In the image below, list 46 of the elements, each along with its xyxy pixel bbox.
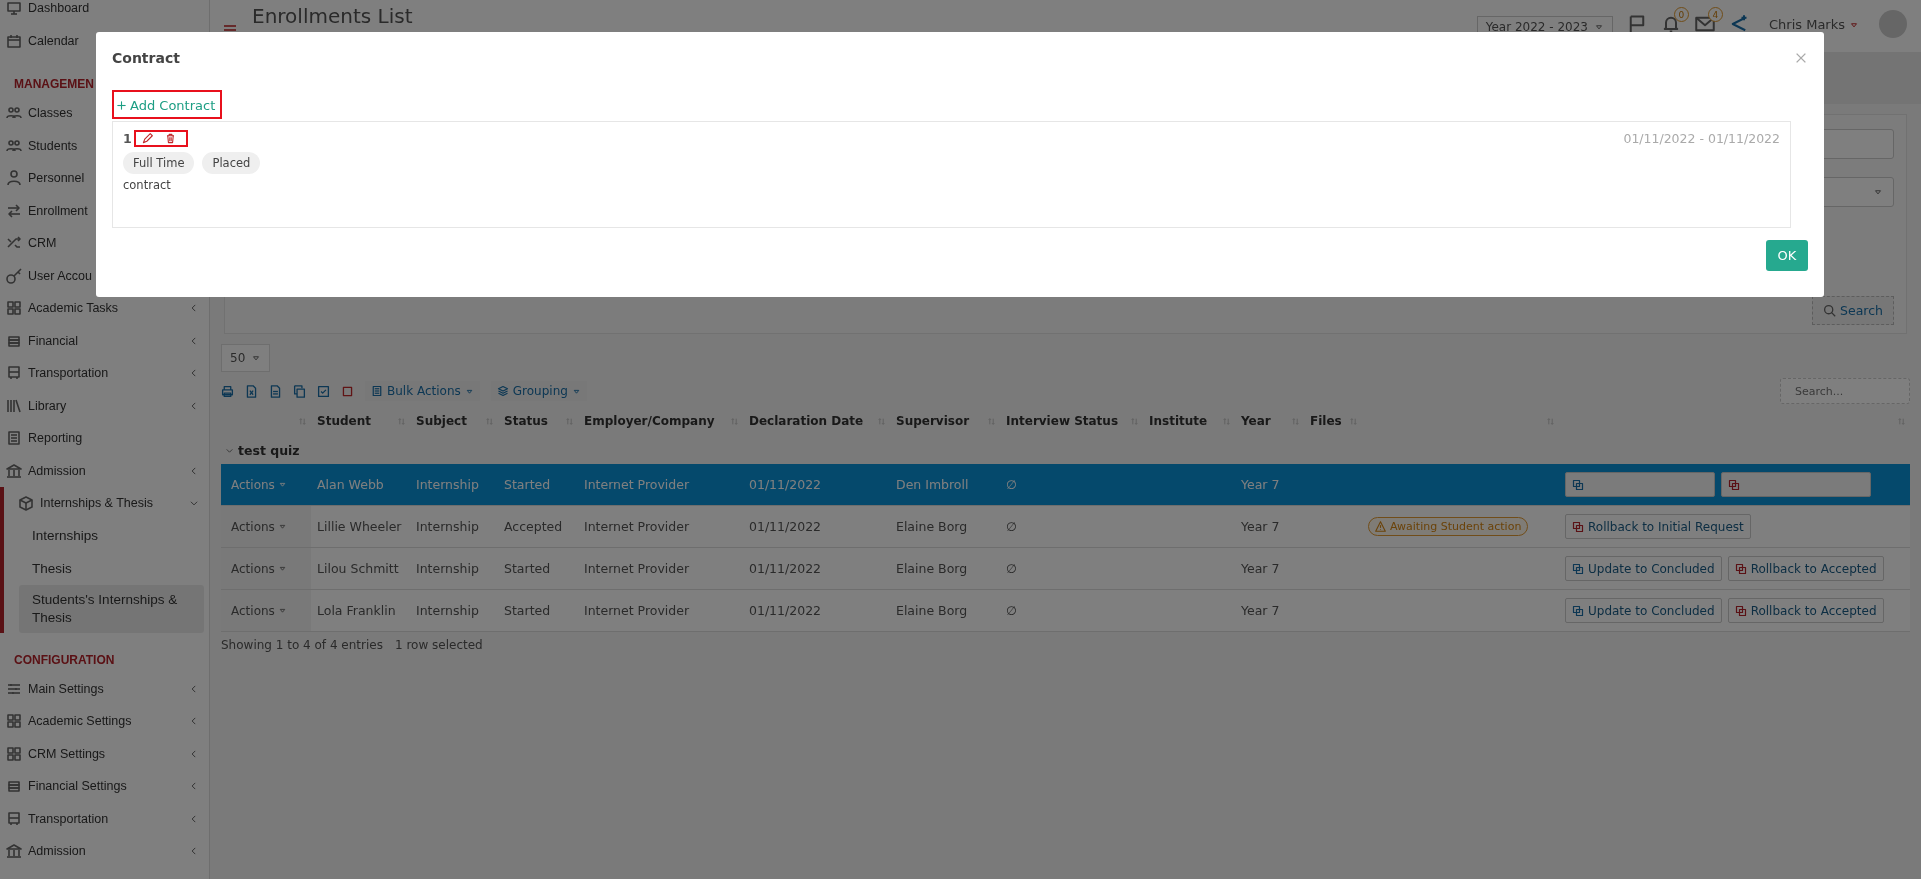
table-cell: ∅: [1006, 519, 1017, 534]
contract-number: 1: [123, 131, 132, 146]
contract-tag: Full Time: [123, 152, 195, 174]
table-cell: Internship: [416, 561, 479, 576]
sidebar-heading: MANAGEMEN: [14, 77, 94, 91]
page-title: Enrollments List: [252, 4, 413, 28]
table-cell: Alan Webb: [317, 477, 384, 492]
table-cell: ∅: [1006, 603, 1017, 618]
table-cell: 01/11/2022: [749, 561, 822, 576]
contract-period: 01/11/2022 - 01/11/2022: [1623, 131, 1780, 146]
contract-note: contract: [123, 178, 172, 192]
table-cell: Elaine Borg: [896, 519, 968, 534]
table-cell: Lola Franklin: [317, 603, 396, 618]
table-cell: 01/11/2022: [749, 603, 822, 618]
table-cell: Elaine Borg: [896, 603, 968, 618]
table-cell: Lillie Wheeler: [317, 519, 402, 534]
table-cell: Internet Provider: [584, 519, 690, 534]
table-cell: Year 7: [1241, 603, 1280, 618]
table-cell: Elaine Borg: [896, 561, 968, 576]
entries-info: Showing 1 to 4 of 4 entries: [221, 638, 383, 652]
status-badge: Awaiting Student action: [1368, 517, 1529, 536]
table-cell: Internet Provider: [584, 477, 690, 492]
table-cell: Internship: [416, 477, 479, 492]
contract-tag: Placed: [202, 152, 261, 174]
table-cell: Year 7: [1241, 561, 1280, 576]
table-cell: ∅: [1006, 477, 1017, 492]
table-cell: Internet Provider: [584, 561, 690, 576]
dialog-title: Contract: [112, 50, 180, 66]
table-cell: Internet Provider: [584, 603, 690, 618]
table-cell: 01/11/2022: [749, 477, 822, 492]
table-cell: Started: [504, 603, 551, 618]
table-cell: Year 7: [1241, 519, 1280, 534]
sidebar-heading: CONFIGURATION: [14, 652, 115, 667]
table-cell: Internship: [416, 519, 479, 534]
notification-count: 0: [1674, 7, 1689, 22]
table-cell: 01/11/2022: [749, 519, 822, 534]
table-cell: ∅: [1006, 561, 1017, 576]
message-count: 4: [1708, 7, 1723, 22]
selection-info: 1 row selected: [394, 638, 483, 652]
table-cell: Started: [504, 561, 551, 576]
table-cell: Year 7: [1241, 477, 1280, 492]
table-cell: Internship: [416, 603, 479, 618]
table-cell: Accepted: [504, 519, 563, 534]
table-cell: Den Imbroll: [896, 477, 969, 492]
table-cell: Started: [504, 477, 551, 492]
table-cell: Lilou Schmitt: [317, 561, 399, 576]
